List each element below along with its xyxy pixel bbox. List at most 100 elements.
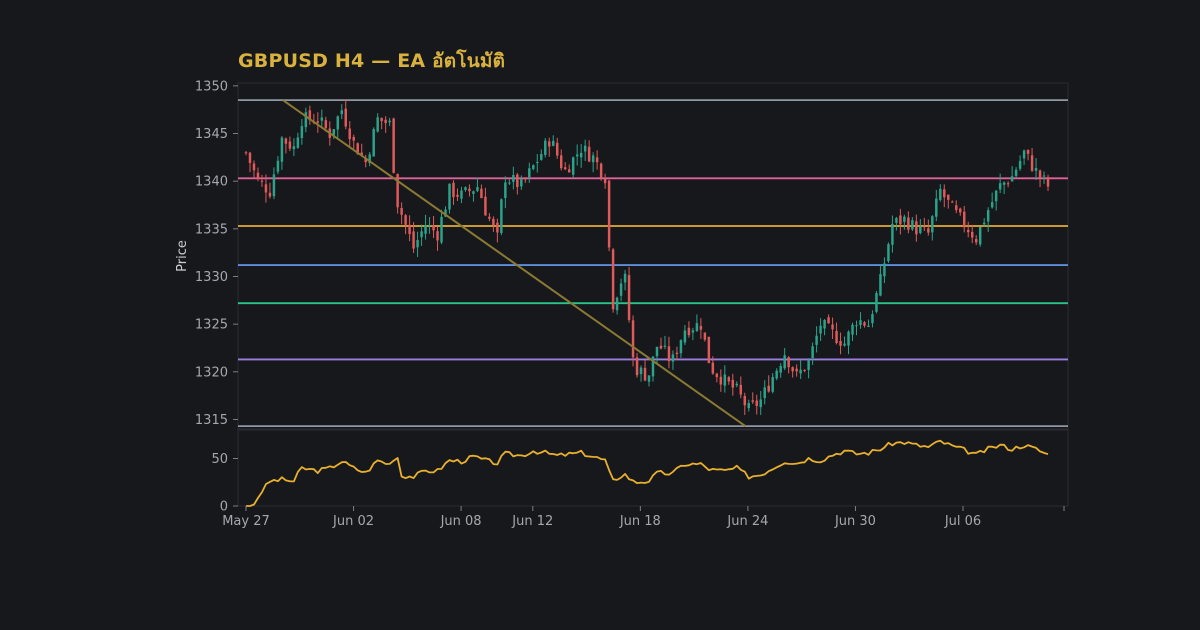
candle-body	[320, 117, 324, 121]
candle-body	[256, 172, 260, 179]
candle-body	[787, 357, 790, 368]
candle-body	[1034, 168, 1038, 171]
candle-body	[440, 216, 443, 243]
candle-body	[623, 273, 627, 283]
candle-body	[631, 320, 635, 358]
candle-body	[994, 190, 998, 202]
indicator-tick-label: 0	[220, 500, 228, 515]
candle-body	[711, 362, 715, 374]
candle-body	[1006, 183, 1010, 185]
candle-body	[536, 161, 539, 163]
candle-body	[799, 369, 802, 374]
candle-body	[583, 145, 587, 152]
candle-body	[687, 327, 691, 336]
candle-body	[791, 367, 794, 372]
candle-body	[264, 184, 268, 193]
candle-body	[452, 182, 455, 198]
candle-body	[579, 152, 583, 158]
candle-body	[1010, 176, 1014, 182]
indicator-panel: 0 50	[211, 429, 1069, 515]
candle-body	[859, 320, 862, 326]
candle-body	[288, 141, 292, 149]
candle-body	[252, 163, 256, 171]
candle-body	[488, 216, 491, 219]
candle-body	[755, 400, 758, 406]
candle-body	[316, 121, 320, 123]
candle-body	[552, 140, 555, 146]
candle-body	[324, 120, 328, 128]
candle-body	[432, 225, 435, 231]
candle-body	[759, 399, 762, 408]
candle-body	[544, 140, 547, 155]
x-tick-label: Jun 12	[511, 514, 553, 529]
candle-body	[783, 355, 786, 369]
candle-body	[248, 152, 252, 163]
candle-body	[392, 118, 395, 173]
candle-body	[771, 377, 774, 392]
candle-body	[476, 187, 479, 191]
candle-body	[420, 231, 423, 238]
candle-body	[404, 215, 407, 225]
candle-body	[831, 324, 834, 330]
candle-body	[815, 335, 818, 345]
candle-body	[735, 383, 739, 386]
candle-body	[528, 168, 531, 178]
candle-body	[520, 178, 523, 187]
candle-body	[978, 227, 982, 245]
price-tick-label: 1315	[195, 413, 228, 428]
candle-body	[480, 188, 483, 198]
candle-body	[460, 190, 463, 199]
indicator-tick-label: 50	[211, 452, 228, 467]
candle-body	[416, 239, 419, 248]
candle-body	[1042, 175, 1046, 177]
price-tick-label: 1330	[195, 270, 228, 285]
candle-body	[655, 346, 659, 357]
candle-body	[739, 384, 743, 395]
candle-body	[599, 163, 603, 178]
candle-body	[863, 322, 866, 326]
candle-body	[635, 357, 639, 376]
candle-body	[823, 320, 826, 329]
candle-body	[767, 385, 770, 392]
x-axis: May 27 Jun 02 Jun 08 Jun 12 Jun 18 Jun 24 Jun …	[222, 506, 1065, 529]
candle-body	[907, 217, 910, 230]
candle-body	[779, 366, 782, 373]
candle-body	[719, 376, 723, 385]
candle-body	[731, 379, 735, 388]
price-tick-label: 1325	[195, 318, 228, 333]
price-tick-label: 1340	[195, 175, 228, 190]
candle-body	[388, 120, 391, 123]
candle-body	[384, 119, 387, 124]
candle-body	[763, 387, 766, 399]
candle-body	[428, 224, 431, 226]
candle-body	[504, 182, 507, 199]
candle-body	[699, 326, 703, 330]
candle-body	[835, 330, 838, 344]
candle-body	[516, 174, 519, 188]
candle-body	[563, 167, 567, 170]
candle-body	[643, 367, 647, 381]
candle-body	[559, 155, 563, 169]
candle-body	[260, 180, 264, 182]
candle-body	[883, 263, 886, 277]
candle-body	[871, 314, 874, 324]
candle-body	[911, 220, 914, 230]
candle-body	[336, 116, 340, 130]
candle-body	[639, 367, 643, 375]
candle-body	[436, 231, 439, 241]
candle-body	[484, 196, 487, 216]
candle-body	[340, 110, 344, 115]
candle-body	[1046, 177, 1050, 187]
candle-body	[575, 154, 579, 157]
candle-body	[659, 345, 663, 349]
candle-body	[727, 377, 731, 382]
candle-body	[875, 293, 878, 312]
candle-body	[675, 352, 679, 354]
candle-body	[587, 146, 591, 162]
candle-body	[512, 174, 515, 182]
candle-body	[879, 274, 882, 296]
candle-body	[603, 178, 607, 184]
candle-body	[986, 210, 990, 222]
candle-body	[955, 205, 958, 211]
x-tick-label: May 27	[222, 514, 270, 529]
